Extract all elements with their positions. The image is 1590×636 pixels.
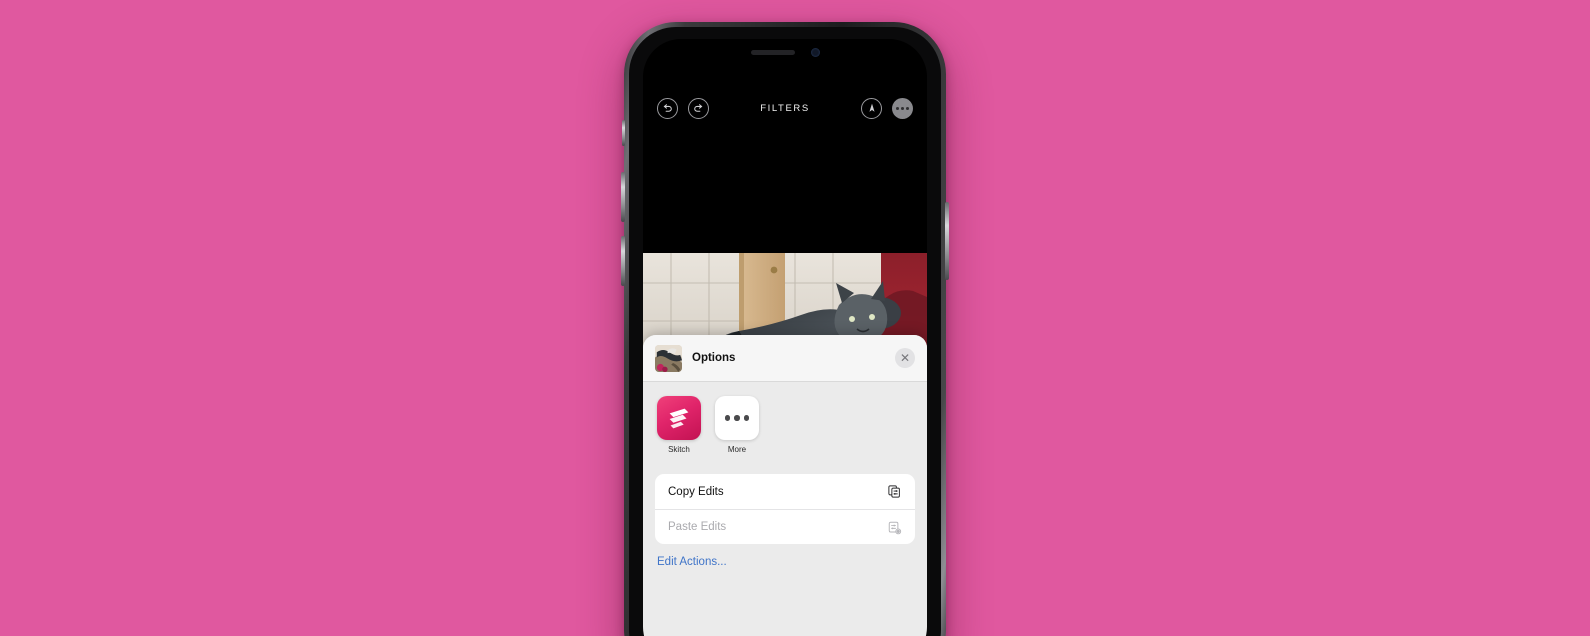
share-app-row: Skitch More — [643, 382, 927, 460]
volume-up-button[interactable] — [621, 172, 625, 222]
power-button[interactable] — [945, 202, 949, 280]
phone-screen: FILTERS Options ✕ Skitch More Copy Edits… — [643, 39, 927, 636]
phone-device: FILTERS Options ✕ Skitch More Copy Edits… — [621, 22, 949, 636]
options-sheet: Options ✕ Skitch More Copy Edits Paste E… — [643, 335, 927, 636]
close-icon[interactable]: ✕ — [895, 348, 915, 368]
notch — [710, 39, 860, 65]
editor-toolbar: FILTERS — [643, 87, 927, 129]
more-apps-icon — [715, 396, 759, 440]
action-list: Copy Edits Paste Edits — [655, 474, 915, 544]
sheet-title: Options — [692, 352, 736, 364]
share-app-label: More — [727, 445, 747, 454]
front-camera-icon — [810, 47, 820, 57]
action-row-copy-edits[interactable]: Copy Edits — [655, 474, 915, 509]
action-label: Copy Edits — [668, 485, 724, 498]
redo-icon[interactable] — [688, 97, 709, 119]
copy-edits-icon — [887, 484, 902, 499]
markup-icon[interactable] — [861, 97, 882, 119]
silent-switch-button[interactable] — [622, 120, 625, 146]
paste-edits-icon — [887, 520, 902, 535]
action-label: Paste Edits — [668, 521, 727, 533]
share-app-label: Skitch — [668, 445, 690, 454]
skitch-app-icon — [657, 396, 701, 440]
volume-down-button[interactable] — [621, 236, 625, 286]
more-options-icon[interactable] — [892, 97, 913, 119]
undo-icon[interactable] — [657, 97, 678, 119]
share-app-more[interactable]: More — [715, 396, 759, 454]
screenshot-stage: FILTERS Options ✕ Skitch More Copy Edits… — [0, 0, 1590, 636]
action-row-paste-edits: Paste Edits — [655, 509, 915, 544]
share-app-skitch[interactable]: Skitch — [657, 396, 701, 454]
edit-actions-link[interactable]: Edit Actions... — [657, 556, 927, 568]
earpiece-speaker-icon — [750, 49, 795, 55]
sheet-header: Options ✕ — [643, 335, 927, 382]
photo-thumbnail — [655, 344, 682, 372]
